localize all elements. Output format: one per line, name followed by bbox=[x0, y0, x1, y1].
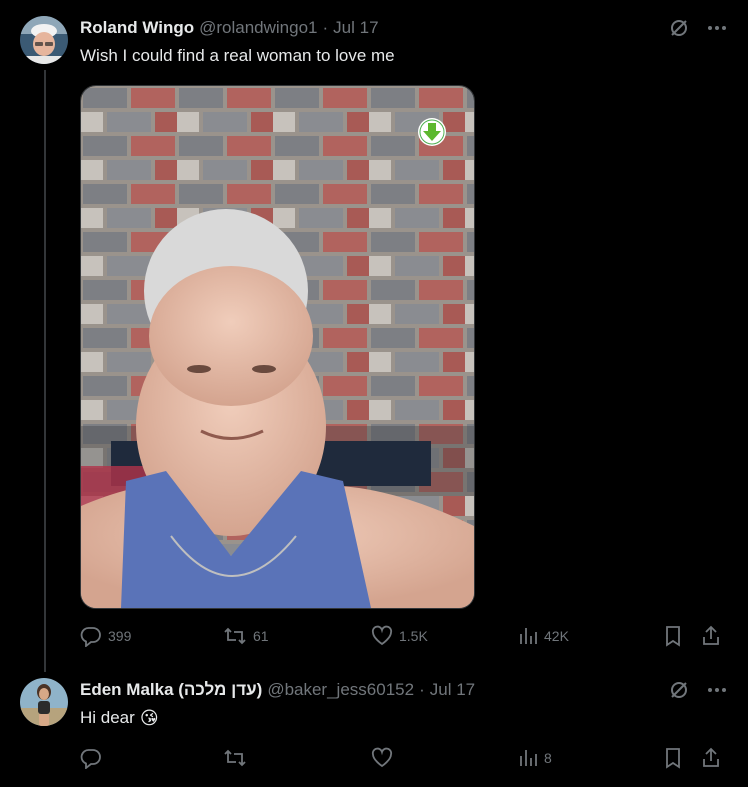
tweet-actions: 8 bbox=[80, 746, 728, 770]
share-button[interactable] bbox=[701, 747, 721, 769]
avatar[interactable] bbox=[20, 16, 68, 64]
views-count: 42K bbox=[544, 628, 569, 644]
grok-icon[interactable] bbox=[668, 679, 690, 701]
reply-button[interactable] bbox=[80, 747, 223, 769]
views-icon bbox=[518, 748, 538, 768]
like-icon bbox=[371, 747, 393, 769]
share-button[interactable] bbox=[701, 625, 721, 647]
like-button[interactable] bbox=[371, 747, 518, 769]
share-icon bbox=[701, 625, 721, 647]
author-name[interactable]: Roland Wingo bbox=[80, 18, 194, 38]
separator: · bbox=[419, 680, 425, 699]
tweet-date[interactable]: Jul 17 bbox=[430, 680, 475, 700]
share-icon bbox=[701, 747, 721, 769]
like-button[interactable]: 1.5K bbox=[371, 625, 518, 647]
retweet-button[interactable]: 61 bbox=[223, 625, 371, 647]
retweet-icon bbox=[223, 747, 247, 769]
tweet-header: Roland Wingo @rolandwingo1 · Jul 17 bbox=[80, 18, 379, 38]
retweet-button[interactable] bbox=[223, 747, 371, 769]
thread-connector-line bbox=[44, 70, 46, 672]
bookmark-icon bbox=[663, 625, 683, 647]
reply-icon bbox=[80, 747, 102, 769]
tweet-date[interactable]: Jul 17 bbox=[333, 18, 378, 38]
more-icon[interactable] bbox=[706, 17, 728, 39]
reply-icon bbox=[80, 625, 102, 647]
like-icon bbox=[371, 625, 393, 647]
tweet-header: Eden Malka (עדן מלכה) @baker_jess60152 ·… bbox=[80, 680, 475, 700]
tweet-text: Wish I could find a real woman to love m… bbox=[80, 45, 395, 67]
tweet-text: Hi dear 😘 bbox=[80, 706, 159, 730]
bookmark-icon bbox=[663, 747, 683, 769]
tweet-actions: 399 61 1.5K 42K bbox=[80, 624, 728, 648]
like-count: 1.5K bbox=[399, 628, 428, 644]
author-name[interactable]: Eden Malka (עדן מלכה) bbox=[80, 680, 262, 700]
views-button[interactable]: 8 bbox=[518, 748, 663, 768]
kiss-emoji: 😘 bbox=[139, 707, 159, 728]
more-icon[interactable] bbox=[706, 679, 728, 701]
views-button[interactable]: 42K bbox=[518, 626, 663, 646]
bookmark-button[interactable] bbox=[663, 625, 701, 647]
views-count: 8 bbox=[544, 750, 552, 766]
retweet-icon bbox=[223, 625, 247, 647]
separator: · bbox=[322, 18, 329, 37]
tweet-top-actions bbox=[668, 679, 728, 701]
reply-button[interactable]: 399 bbox=[80, 625, 223, 647]
avatar[interactable] bbox=[20, 678, 68, 726]
tweet-top-actions bbox=[668, 17, 728, 39]
author-handle[interactable]: @rolandwingo1 bbox=[199, 18, 317, 38]
download-icon bbox=[418, 118, 446, 146]
bookmark-button[interactable] bbox=[663, 747, 701, 769]
grok-icon[interactable] bbox=[668, 17, 690, 39]
reply-count: 399 bbox=[108, 628, 132, 644]
tweet-text-content: Hi dear bbox=[80, 708, 135, 727]
tweet-photo[interactable] bbox=[80, 85, 475, 609]
views-icon bbox=[518, 626, 538, 646]
retweet-count: 61 bbox=[253, 628, 269, 644]
tweet-text-content: Wish I could find a real woman to love m… bbox=[80, 46, 395, 65]
author-handle[interactable]: @baker_jess60152 bbox=[267, 680, 414, 700]
